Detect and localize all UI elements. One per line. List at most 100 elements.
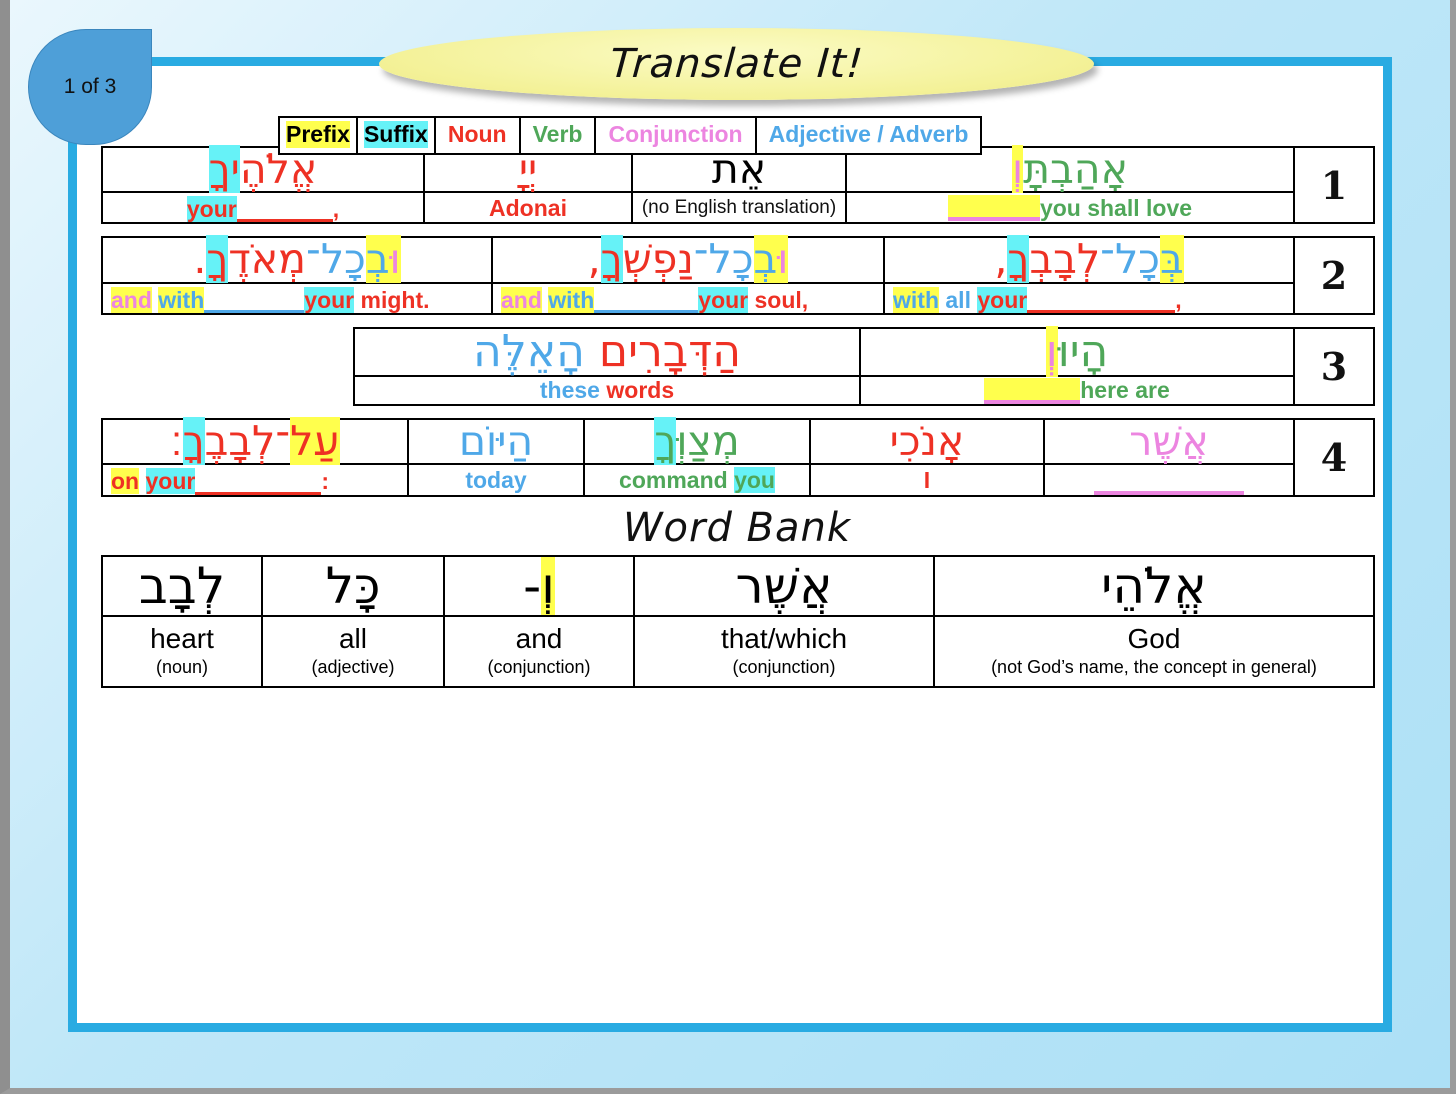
hebrew-cell-3-2: הָיוּוְ: [859, 325, 1295, 378]
prefix-highlight: וְ: [541, 557, 555, 616]
translation-sheet: אֱלֹהֶיךָ יְיָ אֵת אָהַבְתָּוְ 1 your , …: [101, 145, 1375, 689]
worksheet-title-banner: Translate It!: [379, 28, 1094, 100]
table-row: your , Adonai (no English translation) y…: [101, 191, 1374, 225]
word-bank-english-row: heart (noun) all (adjective) and (conjun…: [101, 615, 1375, 689]
answer-blank[interactable]: [236, 193, 333, 223]
prefix-highlight: בְּ: [1159, 235, 1184, 284]
legend-item-suffix: Suffix: [358, 118, 436, 153]
verse-row-4: עַל־לְבָבֶךָ׃ הַיּוֹם מְצַוְּךָ אָנֹכִי …: [101, 416, 1375, 498]
prefix-highlight: עַל: [290, 416, 340, 465]
english-cell-1-1[interactable]: your ,: [101, 191, 425, 225]
word-bank-pos-2: (conjunction): [487, 657, 591, 678]
page-counter-badge: 1 of 3: [28, 29, 152, 145]
legend-item-verb: Verb: [521, 118, 597, 153]
english-cell-4-4: I: [809, 462, 1045, 498]
english-cell-1-4[interactable]: you shall love: [845, 191, 1295, 225]
prefix-highlight: וְ: [1011, 145, 1024, 193]
word-bank-english-2: and: [515, 623, 563, 655]
prefix-highlight: וּ: [389, 235, 401, 284]
hebrew-cell-4-4: אָנֹכִי: [809, 417, 1045, 465]
english-cell-4-2: today: [407, 462, 585, 498]
word-bank-entry-2: and (conjunction): [443, 615, 635, 689]
english-cell-2-3[interactable]: with all your ,: [883, 281, 1295, 315]
legend-item-noun: Noun: [436, 118, 521, 153]
legend-label-prefix: Prefix: [286, 121, 350, 148]
word-bank-hebrew-3: אֲשֶׁר: [633, 555, 935, 618]
verse-number-3: 3: [1293, 326, 1375, 406]
answer-blank[interactable]: [984, 377, 1081, 404]
word-bank-english-0: heart: [150, 623, 214, 655]
legend-item-conjunction: Conjunction: [596, 118, 757, 153]
word-bank-pos-4: (not God’s name, the concept in general): [991, 657, 1317, 678]
suffix-highlight: ךָ: [600, 235, 623, 284]
english-cell-4-5[interactable]: [1043, 462, 1295, 498]
suffix-highlight: ךָ: [654, 416, 677, 465]
word-bank-pos-0: (noun): [155, 657, 209, 678]
page-title: Translate It!: [608, 41, 865, 87]
legend-label-suffix: Suffix: [363, 121, 428, 148]
legend-item-prefix: Prefix: [280, 118, 358, 153]
prefix-highlight: וּ: [777, 235, 789, 284]
verse-row-3: הַדְּבָרִים הָאֵלֶּה הָיוּוְ 3 these wor…: [353, 325, 1375, 406]
word-bank-hebrew-0: לְבָב: [101, 555, 263, 618]
hebrew-cell-4-1: עַל־לְבָבֶךָ׃: [101, 416, 409, 465]
answer-blank[interactable]: [947, 194, 1040, 221]
content-frame: Prefix Suffix Noun Verb Conjunction Adje…: [68, 57, 1392, 1032]
word-bank-hebrew-row: לְבָב כָּל וְ- אֲשֶׁר אֱלֹהֵי: [101, 555, 1375, 618]
english-cell-4-3: command you: [583, 462, 811, 498]
english-cell-2-1[interactable]: and with your might.: [101, 281, 493, 315]
prefix-highlight: וְ: [1045, 325, 1058, 377]
english-cell-1-3: (no English translation): [631, 191, 847, 225]
hebrew-cell-4-2: הַיּוֹם: [407, 417, 585, 465]
page-counter-label: 1 of 3: [63, 75, 117, 98]
hebrew-cell-3-1: הַדְּבָרִים הָאֵלֶּה: [353, 326, 861, 378]
answer-blank[interactable]: [594, 284, 699, 313]
hebrew-cell-2-3: בְּכָל־לְבָבְךָ,: [883, 235, 1295, 284]
table-row: on your : today command you I: [101, 462, 1374, 498]
word-bank-english-1: all: [338, 623, 367, 655]
verse-number-4: 4: [1293, 417, 1375, 498]
english-cell-2-2[interactable]: and with your soul,: [491, 281, 885, 315]
table-row: הַדְּבָרִים הָאֵלֶּה הָיוּוְ 3: [353, 325, 1375, 406]
word-bank-title: Word Bank: [622, 505, 852, 552]
hebrew-cell-2-1: וּבְכָל־מְאֹדֶךָ.: [101, 235, 493, 284]
table-row: עַל־לְבָבֶךָ׃ הַיּוֹם מְצַוְּךָ אָנֹכִי …: [101, 416, 1375, 498]
hebrew-cell-2-2: וּבְכָל־נַפְשְׁךָ,: [491, 235, 885, 284]
english-cell-4-1[interactable]: on your :: [101, 462, 409, 498]
word-bank-pos-3: (conjunction): [732, 657, 836, 678]
suffix-highlight: ךָ: [1007, 235, 1030, 284]
hebrew-cell-4-5: אֲשֶׁר: [1043, 417, 1295, 465]
word-bank-pos-1: (adjective): [311, 657, 395, 678]
verse-number-2: 2: [1293, 236, 1375, 315]
verse-row-1: אֱלֹהֶיךָ יְיָ אֵת אָהַבְתָּוְ 1 your , …: [101, 145, 1375, 225]
table-row: וּבְכָל־מְאֹדֶךָ. וּבְכָל־נַפְשְׁךָ, בְּ…: [101, 235, 1375, 315]
word-bank-entry-1: all (adjective): [261, 615, 445, 689]
suffix-highlight: ךָ: [206, 235, 229, 284]
word-bank-entry-3: that/which (conjunction): [633, 615, 935, 689]
word-bank-entry-4: God (not God’s name, the concept in gene…: [933, 615, 1375, 689]
hebrew-cell-4-3: מְצַוְּךָ: [583, 416, 811, 465]
verse-number-1: 1: [1293, 145, 1375, 225]
answer-blank[interactable]: [204, 284, 305, 313]
english-cell-3-2[interactable]: here are: [859, 375, 1295, 406]
suffix-highlight: יךָ: [208, 145, 240, 193]
table-row: these words here are: [353, 375, 1374, 406]
word-bank-hebrew-1: כָּל: [261, 555, 445, 618]
english-cell-1-2: Adonai: [423, 191, 633, 225]
word-bank-english-4: God: [1127, 623, 1181, 655]
word-bank-hebrew-4: אֱלֹהֵי: [933, 555, 1375, 618]
part-of-speech-legend: Prefix Suffix Noun Verb Conjunction Adje…: [278, 116, 983, 155]
word-bank-english-3: that/which: [720, 623, 848, 655]
legend-item-adjective-adverb: Adjective / Adverb: [768, 121, 969, 147]
table-row: and with your might. and with your soul,…: [101, 281, 1374, 315]
word-bank-table: לְבָב כָּל וְ- אֲשֶׁר אֱלֹהֵי heart (nou…: [101, 555, 1375, 689]
suffix-highlight: ךָ: [182, 416, 205, 465]
answer-blank[interactable]: [195, 465, 322, 495]
answer-blank[interactable]: [1027, 284, 1176, 313]
word-bank-hebrew-2: וְ-: [443, 555, 635, 618]
verse-row-2: וּבְכָל־מְאֹדֶךָ. וּבְכָל־נַפְשְׁךָ, בְּ…: [101, 235, 1375, 315]
worksheet-page: Prefix Suffix Noun Verb Conjunction Adje…: [0, 0, 1456, 1094]
answer-blank[interactable]: [1094, 465, 1244, 496]
english-cell-3-1: these words: [353, 375, 861, 406]
word-bank-entry-0: heart (noun): [101, 615, 263, 689]
